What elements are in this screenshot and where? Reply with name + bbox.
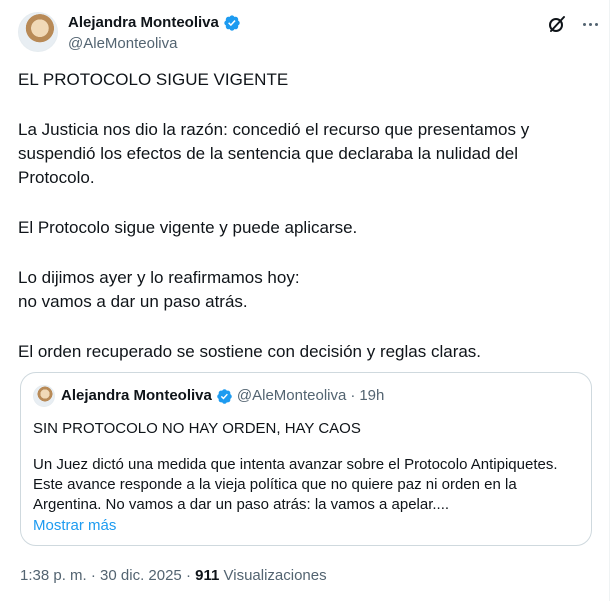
quoted-separator: · [350,387,356,404]
tweet-headline: EL PROTOCOLO SIGUE VIGENTE [18,70,289,89]
tweet-card: Alejandra Monteoliva @AleMonteoliva EL P… [0,0,610,601]
text-line: no vamos a dar un paso atrás. [18,292,248,311]
quoted-text: Un Juez dictó una medida que intenta ava… [33,455,579,515]
views-label[interactable]: Visualizaciones [224,567,327,584]
author-handle[interactable]: @AleMonteoliva [68,34,241,54]
tweet-date[interactable]: 30 dic. 2025 [100,567,182,584]
tweet-paragraph-3: Lo dijimos ayer y lo reafirmamos hoy: no… [18,266,588,314]
tweet-header: Alejandra Monteoliva @AleMonteoliva [18,12,241,54]
views-count: 911 [195,567,220,584]
author-names: Alejandra Monteoliva @AleMonteoliva [68,14,241,54]
tweet-paragraph-1: La Justicia nos dio la razón: concedió e… [18,118,588,190]
text-line: Lo dijimos ayer y lo reafirmamos hoy: [18,268,300,287]
quoted-tweet[interactable]: Alejandra Monteoliva @AleMonteoliva · 19… [20,372,592,546]
text-line: Este avance responde a la vieja política… [33,476,517,493]
verified-badge-icon [224,15,240,31]
text-line: Argentina. No vamos a dar un paso atrás:… [33,496,450,513]
tweet-meta: 1:38 p. m. · 30 dic. 2025 · 911 Visualiz… [20,566,327,586]
meta-separator: · [90,567,96,584]
text-line: La Justicia nos dio la razón: concedió e… [18,120,530,139]
tweet-paragraph-4: El orden recuperado se sostiene con deci… [18,342,482,361]
quoted-header: Alejandra Monteoliva @AleMonteoliva · 19… [33,385,579,407]
more-icon[interactable] [579,14,601,34]
author-name-row: Alejandra Monteoliva [68,14,241,32]
author-display-name[interactable]: Alejandra Monteoliva [68,14,219,32]
meta-separator: · [185,567,191,584]
tweet-paragraph-2: El Protocolo sigue vigente y puede aplic… [18,218,358,237]
quoted-title: SIN PROTOCOLO NO HAY ORDEN, HAY CAOS [33,420,361,437]
show-more-link[interactable]: Mostrar más [33,516,116,536]
more-dot [588,22,592,26]
grok-icon[interactable] [547,14,567,34]
verified-badge-icon [217,388,232,404]
more-dot [594,22,598,26]
tweet-text: EL PROTOCOLO SIGUE VIGENTE La Justicia n… [18,68,588,390]
text-line: Un Juez dictó una medida que intenta ava… [33,456,558,473]
quoted-display-name: Alejandra Monteoliva [61,387,212,404]
quoted-handle: @AleMonteoliva [236,387,347,404]
text-line: Protocolo. [18,168,95,187]
more-dot [582,22,586,26]
quoted-avatar [33,385,55,407]
quoted-time: 19h [359,387,385,404]
author-avatar[interactable] [18,12,58,52]
text-line: suspendió los efectos de la sentencia qu… [18,144,518,163]
tweet-time[interactable]: 1:38 p. m. [20,567,87,584]
